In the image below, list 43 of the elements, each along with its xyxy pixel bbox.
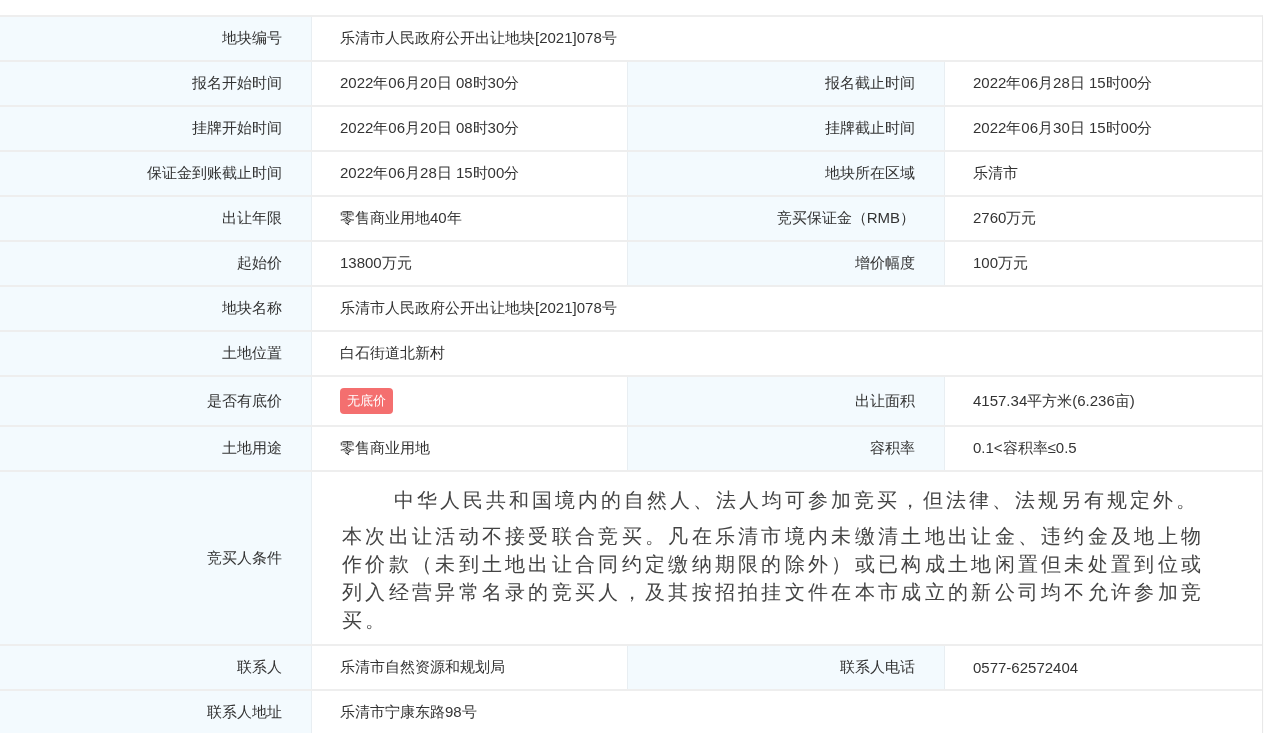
field-value: 2022年06月20日 08时30分 xyxy=(340,119,520,138)
field-label: 联系人地址 xyxy=(207,703,282,722)
field-label: 挂牌开始时间 xyxy=(192,119,282,138)
field-label: 保证金到账截止时间 xyxy=(147,164,282,183)
field-label: 联系人电话 xyxy=(840,658,915,677)
field-value: 2760万元 xyxy=(973,209,1037,228)
field-value: 乐清市人民政府公开出让地块[2021]078号 xyxy=(340,29,617,48)
field-label: 地块所在区域 xyxy=(825,164,915,183)
field-label: 出让面积 xyxy=(855,391,915,411)
field-value: 乐清市 xyxy=(973,164,1018,183)
field-value: 乐清市人民政府公开出让地块[2021]078号 xyxy=(340,299,617,318)
field-label: 土地用途 xyxy=(222,439,282,458)
field-label: 报名截止时间 xyxy=(825,74,915,93)
field-value: 100万元 xyxy=(973,254,1029,273)
field-value: 2022年06月20日 08时30分 xyxy=(340,74,520,93)
field-label: 地块编号 xyxy=(222,29,282,48)
field-value: 2022年06月30日 15时00分 xyxy=(973,119,1153,138)
field-label: 土地位置 xyxy=(222,344,282,363)
field-label: 容积率 xyxy=(870,439,915,458)
field-label: 报名开始时间 xyxy=(192,74,282,93)
field-value: 13800万元 xyxy=(340,254,412,273)
field-label: 是否有底价 xyxy=(207,391,282,411)
paragraph: 中华人民共和国境内的自然人、法人均可参加竞买，但法律、法规另有规定外。 xyxy=(393,487,1200,514)
field-label: 出让年限 xyxy=(222,209,282,228)
field-label: 联系人 xyxy=(237,658,282,677)
field-value: 2022年06月28日 15时00分 xyxy=(973,74,1153,93)
field-label: 挂牌截止时间 xyxy=(825,119,915,138)
field-value: 零售商业用地 xyxy=(340,439,430,458)
field-label: 竞买保证金（RMB） xyxy=(776,209,915,228)
field-value: 乐清市自然资源和规划局 xyxy=(340,658,505,677)
field-value: 2022年06月28日 15时00分 xyxy=(340,164,520,183)
paragraph: 本次出让活动不接受联合竞买。凡在乐清市境内未缴清土地出让金、违约金及地上物作价款（未到土地出让合同约定缴纳期限的除外）或已构成土地闲置但未处置到位或列入经营异常名录的竞买人，及其按招拍挂文件在本市成立的新公司均不允许参加竞买。 xyxy=(342,523,1204,634)
field-value: 0.1<容积率≤0.5 xyxy=(973,439,1077,458)
field-label: 起始价 xyxy=(237,254,282,273)
field-value: 零售商业用地40年 xyxy=(340,209,462,228)
field-value: 0577-62572404 xyxy=(973,659,1079,676)
status-badge: 无底价 xyxy=(340,388,393,414)
field-value: 4157.34平方米(6.236亩) xyxy=(973,391,1135,411)
field-value: 乐清市宁康东路98号 xyxy=(340,703,477,722)
field-value: 白石街道北新村 xyxy=(340,344,445,363)
field-label: 竞买人条件 xyxy=(207,548,282,568)
field-label: 地块名称 xyxy=(222,299,282,318)
field-label: 增价幅度 xyxy=(855,254,915,273)
